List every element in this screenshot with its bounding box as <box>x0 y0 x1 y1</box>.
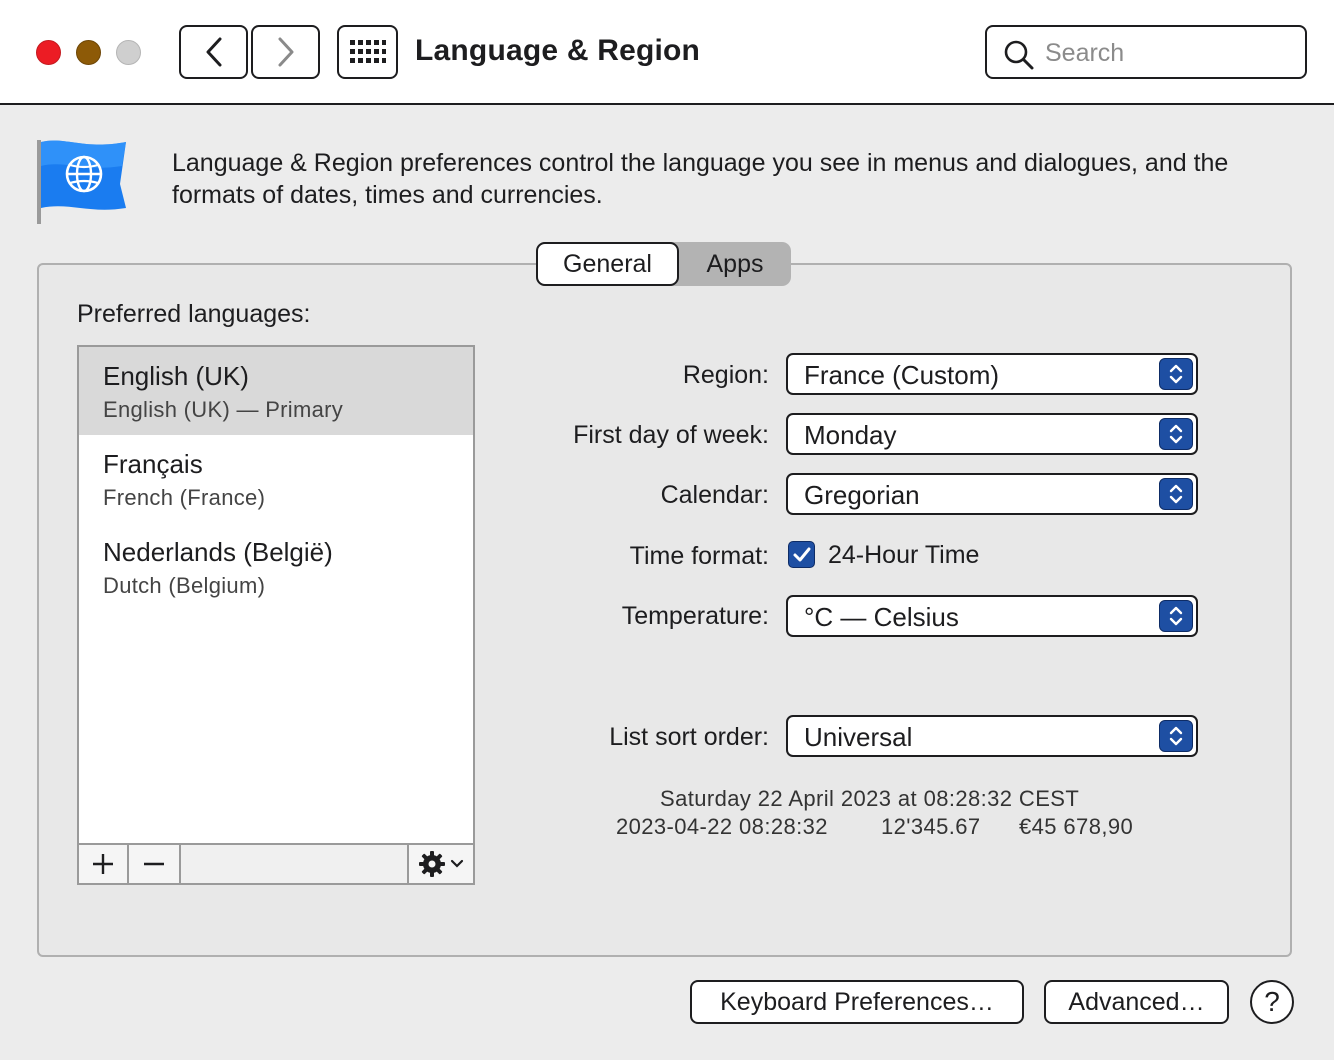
language-region-flag-icon <box>37 140 126 224</box>
24-hour-time-checkbox[interactable] <box>788 541 815 568</box>
language-subtitle: Dutch (Belgium) <box>103 573 266 598</box>
temperature-label: Temperature: <box>621 602 769 630</box>
sort-order-label: List sort order: <box>609 723 769 751</box>
sample-number: 12'345.67 <box>881 814 981 839</box>
first-day-label: First day of week: <box>573 421 769 449</box>
grid-icon <box>349 40 386 63</box>
list-toolbar <box>79 843 473 883</box>
back-button[interactable] <box>179 25 248 79</box>
sort-order-popup[interactable]: Universal <box>786 715 1198 757</box>
title-bar: Language & Region <box>0 0 1334 105</box>
calendar-value: Gregorian <box>804 480 920 510</box>
remove-language-button[interactable] <box>129 845 181 883</box>
temperature-value: °C — Celsius <box>804 602 959 632</box>
region-popup[interactable]: France (Custom) <box>786 353 1198 395</box>
action-menu-button[interactable] <box>409 845 473 883</box>
add-language-button[interactable] <box>79 845 129 883</box>
gear-icon <box>419 851 445 877</box>
plus-icon <box>93 854 113 874</box>
sort-order-value: Universal <box>804 722 913 752</box>
temperature-popup[interactable]: °C — Celsius <box>786 595 1198 637</box>
list-item-nederlands[interactable]: Nederlands (België) Dutch (Belgium) <box>79 523 473 611</box>
language-subtitle: English (UK) — Primary <box>103 397 344 422</box>
advanced-button[interactable]: Advanced… <box>1044 980 1229 1024</box>
chevron-right-icon <box>278 37 293 67</box>
time-format-label: Time format: <box>629 542 769 570</box>
preferred-languages-list[interactable]: English (UK) English (UK) — Primary Fran… <box>77 345 475 885</box>
calendar-label: Calendar: <box>660 481 769 509</box>
first-day-popup[interactable]: Monday <box>786 413 1198 455</box>
up-down-arrows-icon <box>1159 478 1193 510</box>
up-down-arrows-icon <box>1159 358 1193 390</box>
zoom-window-button[interactable] <box>116 40 141 65</box>
list-item-francais[interactable]: Français French (France) <box>79 435 473 523</box>
toolbar-spacer <box>181 845 409 883</box>
language-name: Nederlands (België) <box>103 537 333 567</box>
search-input[interactable] <box>1045 37 1295 69</box>
search-field[interactable] <box>985 25 1307 79</box>
forward-button[interactable] <box>251 25 320 79</box>
language-subtitle: French (France) <box>103 485 266 510</box>
search-icon <box>1004 40 1034 70</box>
tab-apps[interactable]: Apps <box>679 242 791 286</box>
help-button[interactable]: ? <box>1250 980 1294 1024</box>
description-text: Language & Region preferences control th… <box>172 149 1229 209</box>
region-value: France (Custom) <box>804 360 1000 390</box>
keyboard-preferences-button[interactable]: Keyboard Preferences… <box>690 980 1024 1024</box>
calendar-popup[interactable]: Gregorian <box>786 473 1198 515</box>
preferred-languages-label: Preferred languages: <box>77 300 311 328</box>
checkmark-icon <box>793 547 810 561</box>
tab-bar: General Apps <box>536 242 791 286</box>
up-down-arrows-icon <box>1159 418 1193 450</box>
sample-currency: €45 678,90 <box>1019 814 1134 839</box>
sample-short-date: 2023-04-22 08:28:32 <box>616 814 828 839</box>
close-window-button[interactable] <box>36 40 61 65</box>
show-all-button[interactable] <box>337 25 398 79</box>
up-down-arrows-icon <box>1159 720 1193 752</box>
region-label: Region: <box>682 361 769 389</box>
language-name: Français <box>103 449 203 479</box>
language-name: English (UK) <box>103 361 249 391</box>
list-item-english-uk[interactable]: English (UK) English (UK) — Primary <box>79 347 473 435</box>
window-title: Language & Region <box>415 34 701 67</box>
preferences-window: Language & Region Language & Region pref… <box>0 0 1334 1060</box>
minimize-window-button[interactable] <box>76 40 101 65</box>
minus-icon <box>144 862 164 866</box>
24-hour-time-label[interactable]: 24-Hour Time <box>828 541 979 570</box>
tab-general[interactable]: General <box>536 242 679 286</box>
first-day-value: Monday <box>804 420 897 450</box>
chevron-down-icon <box>450 859 464 868</box>
sample-long-date: Saturday 22 April 2023 at 08:28:32 CEST <box>660 786 1080 811</box>
up-down-arrows-icon <box>1159 600 1193 632</box>
chevron-left-icon <box>206 37 221 67</box>
